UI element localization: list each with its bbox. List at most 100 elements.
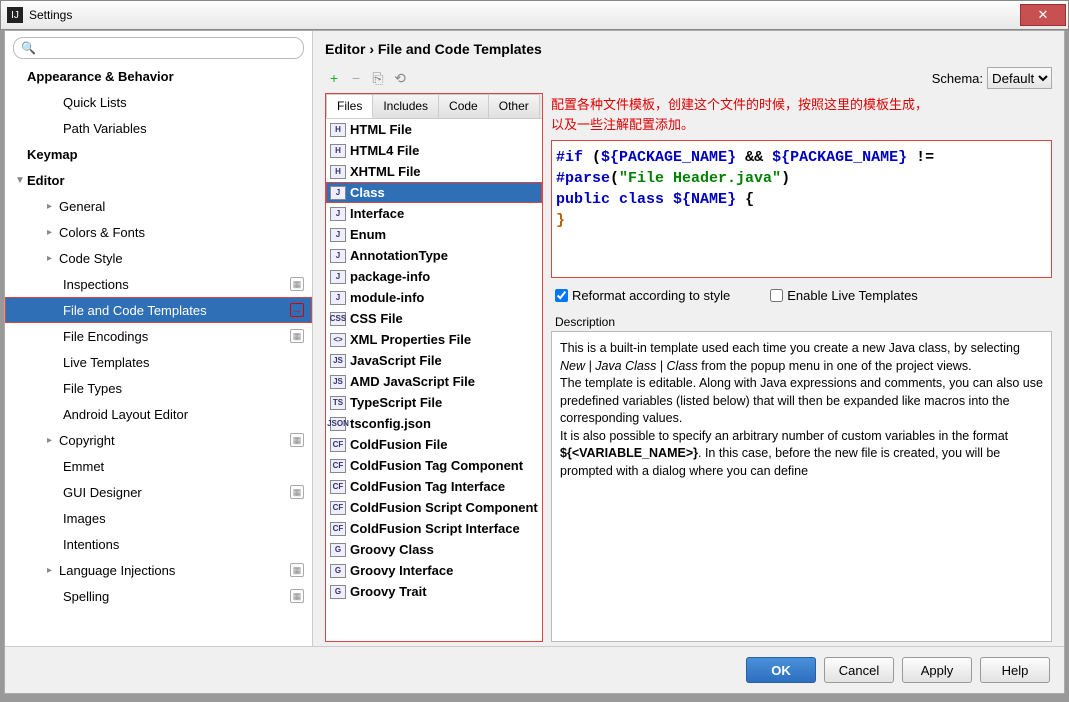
template-item[interactable]: JAnnotationType	[326, 245, 542, 266]
tree-path-variables[interactable]: Path Variables	[5, 115, 312, 141]
template-label: Interface	[350, 206, 404, 221]
template-item[interactable]: JClass	[326, 182, 542, 203]
template-label: package-info	[350, 269, 430, 284]
tree-keymap[interactable]: Keymap	[5, 141, 312, 167]
tree-gui-designer[interactable]: GUI Designer▦	[5, 479, 312, 505]
file-type-icon: CF	[330, 438, 346, 452]
file-type-icon: J	[330, 291, 346, 305]
template-item[interactable]: CSSCSS File	[326, 308, 542, 329]
template-label: AnnotationType	[350, 248, 448, 263]
ok-button[interactable]: OK	[746, 657, 816, 683]
tab-includes[interactable]: Includes	[372, 94, 439, 118]
template-item[interactable]: JSJavaScript File	[326, 350, 542, 371]
file-type-icon: CF	[330, 501, 346, 515]
breadcrumb: Editor › File and Code Templates	[313, 31, 1064, 65]
cancel-button[interactable]: Cancel	[824, 657, 894, 683]
template-label: module-info	[350, 290, 424, 305]
badge-icon: ▦	[290, 277, 304, 291]
tree-colors-fonts[interactable]: ▸Colors & Fonts	[5, 219, 312, 245]
template-item[interactable]: J Interface	[326, 203, 542, 224]
tree-emmet[interactable]: Emmet	[5, 453, 312, 479]
template-label: ColdFusion Tag Component	[350, 458, 523, 473]
tree-general[interactable]: ▸General	[5, 193, 312, 219]
template-label: HTML4 File	[350, 143, 419, 158]
tree-language-injections[interactable]: ▸Language Injections▦	[5, 557, 312, 583]
template-label: HTML File	[350, 122, 412, 137]
template-item[interactable]: Jpackage-info	[326, 266, 542, 287]
tab-files[interactable]: Files	[326, 94, 373, 118]
template-item[interactable]: GGroovy Interface	[326, 560, 542, 581]
template-label: TypeScript File	[350, 395, 442, 410]
template-item[interactable]: CFColdFusion Script Component	[326, 497, 542, 518]
template-label: JavaScript File	[350, 353, 442, 368]
badge-icon: ▦	[290, 485, 304, 499]
template-item[interactable]: JSONtsconfig.json	[326, 413, 542, 434]
template-label: XHTML File	[350, 164, 421, 179]
file-type-icon: <>	[330, 333, 346, 347]
template-item[interactable]: JSAMD JavaScript File	[326, 371, 542, 392]
template-label: Groovy Interface	[350, 563, 453, 578]
copy-button[interactable]: ⎘	[369, 69, 387, 87]
template-label: XML Properties File	[350, 332, 471, 347]
file-type-icon: G	[330, 585, 346, 599]
file-type-icon: J	[330, 207, 346, 221]
tree-editor[interactable]: ▼Editor	[5, 167, 312, 193]
badge-icon: ▦	[290, 329, 304, 343]
apply-button[interactable]: Apply	[902, 657, 972, 683]
tree-file-types[interactable]: File Types	[5, 375, 312, 401]
tree-images[interactable]: Images	[5, 505, 312, 531]
dialog-footer: OK Cancel Apply Help	[5, 646, 1064, 693]
titlebar: IJ Settings ✕	[0, 0, 1069, 30]
template-item[interactable]: <> XML Properties File	[326, 329, 542, 350]
annotation-text: 配置各种文件模板，创建这个文件的时候，按照这里的模板生成，以及一些注解配置添加。	[551, 93, 1052, 140]
templates-list[interactable]: HHTML FileHHTML4 FileHXHTML FileJClassJI…	[326, 119, 542, 641]
template-item[interactable]: H HTML4 File	[326, 140, 542, 161]
file-type-icon: H	[330, 165, 346, 179]
file-type-icon: H	[330, 123, 346, 137]
tree-android-layout[interactable]: Android Layout Editor	[5, 401, 312, 427]
template-item[interactable]: TSTypeScript File	[326, 392, 542, 413]
tree-inspections[interactable]: Inspections▦	[5, 271, 312, 297]
tree-file-templates[interactable]: File and Code Templates→	[5, 297, 312, 323]
tree-live-templates[interactable]: Live Templates	[5, 349, 312, 375]
file-type-icon: J	[330, 186, 346, 200]
file-type-icon: H	[330, 144, 346, 158]
template-item[interactable]: CFColdFusion Script Interface	[326, 518, 542, 539]
template-item[interactable]: H HTML File	[326, 119, 542, 140]
tree-intentions[interactable]: Intentions	[5, 531, 312, 557]
indicator-icon: →	[290, 303, 304, 317]
tree-quick-lists[interactable]: Quick Lists	[5, 89, 312, 115]
live-templates-checkbox[interactable]: Enable Live Templates	[770, 288, 918, 303]
tab-code[interactable]: Code	[438, 94, 489, 118]
search-input[interactable]	[13, 37, 304, 59]
file-type-icon: JS	[330, 375, 346, 389]
tab-other[interactable]: Other	[488, 94, 540, 118]
template-item[interactable]: CFColdFusion File	[326, 434, 542, 455]
template-item[interactable]: CFColdFusion Tag Component	[326, 455, 542, 476]
settings-tree: Appearance & Behavior Quick Lists Path V…	[5, 63, 312, 646]
template-item[interactable]: G Groovy Trait	[326, 581, 542, 602]
tree-copyright[interactable]: ▸Copyright▦	[5, 427, 312, 453]
close-button[interactable]: ✕	[1020, 4, 1066, 26]
window-title: Settings	[29, 8, 1020, 22]
tree-appearance[interactable]: Appearance & Behavior	[5, 63, 312, 89]
template-label: Groovy Class	[350, 542, 434, 557]
code-editor[interactable]: #if (${PACKAGE_NAME} && ${PACKAGE_NAME} …	[551, 140, 1052, 278]
tree-file-encodings[interactable]: File Encodings▦	[5, 323, 312, 349]
schema-select[interactable]: Default	[987, 67, 1052, 89]
reformat-checkbox[interactable]: Reformat according to style	[555, 288, 730, 303]
remove-button[interactable]: −	[347, 69, 365, 87]
template-item[interactable]: CFColdFusion Tag Interface	[326, 476, 542, 497]
add-button[interactable]: +	[325, 69, 343, 87]
template-item[interactable]: GGroovy Class	[326, 539, 542, 560]
template-label: tsconfig.json	[350, 416, 431, 431]
tree-code-style[interactable]: ▸Code Style	[5, 245, 312, 271]
template-item[interactable]: H XHTML File	[326, 161, 542, 182]
template-item[interactable]: JEnum	[326, 224, 542, 245]
file-type-icon: CSS	[330, 312, 346, 326]
tree-spelling[interactable]: Spelling▦	[5, 583, 312, 609]
refresh-button[interactable]: ⟲	[391, 69, 409, 87]
template-item[interactable]: Jmodule-info	[326, 287, 542, 308]
template-label: Groovy Trait	[350, 584, 427, 599]
help-button[interactable]: Help	[980, 657, 1050, 683]
